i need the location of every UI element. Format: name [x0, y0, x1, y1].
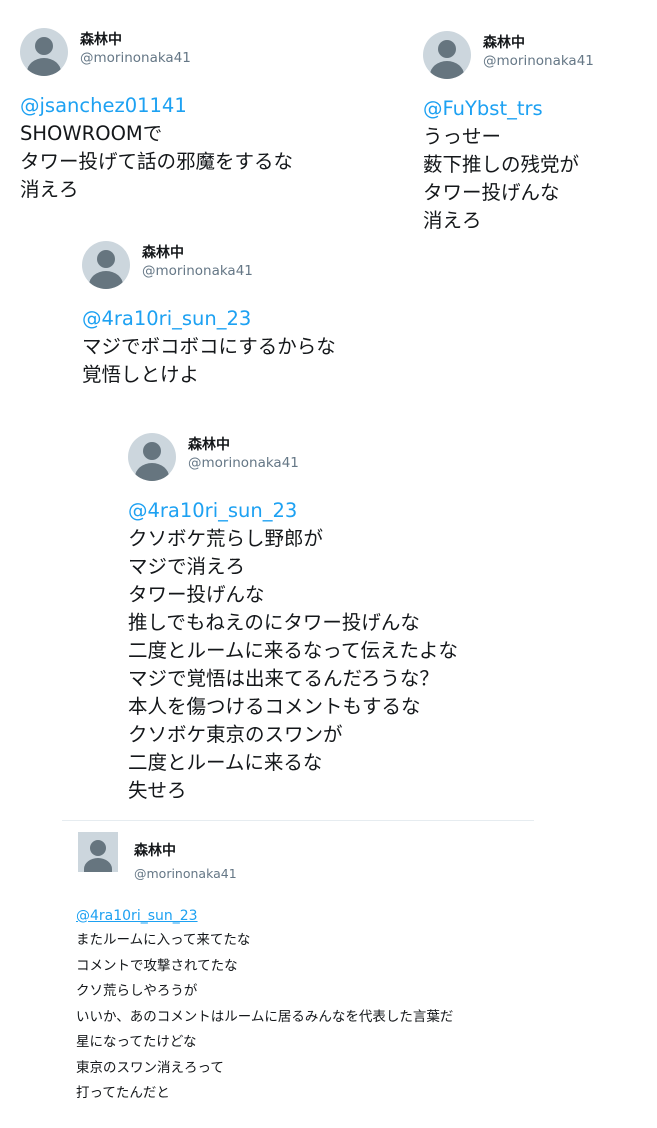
tweet-card-5: 森林中 @morinonaka41 @4ra10ri_sun_23 またルームに…	[76, 832, 454, 1107]
default-avatar-icon[interactable]	[423, 31, 471, 79]
tweet-header: 森林中 @morinonaka41	[128, 433, 458, 489]
display-name[interactable]: 森林中	[188, 434, 230, 454]
tweet-card-2: 森林中 @morinonaka41 @FuYbst_trs うっせー 薮下推しの…	[423, 31, 594, 235]
user-handle[interactable]: @morinonaka41	[134, 866, 237, 881]
tweet-card-4: 森林中 @morinonaka41 @4ra10ri_sun_23 クソボケ荒ら…	[128, 433, 458, 805]
tweet-text-line: 二度とルームに来るな	[128, 751, 323, 774]
mention-link[interactable]: @4ra10ri_sun_23	[82, 305, 336, 333]
mention-link[interactable]: @4ra10ri_sun_23	[76, 904, 453, 928]
tweet-text-line: SHOWROOMで	[20, 122, 163, 145]
tweet-text-line: コメントで攻撃されてたな	[76, 957, 238, 974]
user-handle[interactable]: @morinonaka41	[483, 53, 594, 69]
tweet-text-line: タワー投げて話の邪魔をするな	[20, 150, 294, 173]
user-handle[interactable]: @morinonaka41	[188, 455, 299, 471]
tweet-text-line: 東京のスワン消えろって	[76, 1059, 224, 1076]
display-name[interactable]: 森林中	[483, 32, 525, 52]
section-divider	[62, 820, 534, 821]
tweet-text-line: 打ってたんだと	[76, 1085, 170, 1101]
tweet-text-line: クソボケ東京のスワンが	[128, 723, 343, 746]
tweet-text-line: またルームに入って来てたな	[76, 932, 251, 948]
default-avatar-icon[interactable]	[128, 433, 176, 481]
tweet-text-line: クソ荒らしやろうが	[76, 983, 198, 999]
tweet-text-line: 薮下推しの残党が	[423, 153, 580, 176]
tweet-text-line: 失せろ	[128, 779, 187, 802]
display-name[interactable]: 森林中	[80, 29, 122, 49]
tweet-text-line: 推しでもねえのにタワー投げんな	[128, 611, 420, 634]
tweet-text-line: 二度とルームに来るなって伝えたよな	[128, 639, 458, 662]
mention-link[interactable]: @4ra10ri_sun_23	[128, 497, 458, 525]
display-name[interactable]: 森林中	[142, 242, 184, 262]
tweet-text-line: 覚悟しとけよ	[82, 363, 200, 386]
tweet-text-line: いいか、あのコメントはルームに居るみんなを代表した言葉だ	[76, 1008, 454, 1025]
tweet-text-line: 消えろ	[20, 178, 79, 201]
tweet-text-line: 星になってたけどな	[76, 1034, 197, 1050]
tweet-text-line: クソボケ荒らし野郎が	[128, 527, 324, 550]
tweet-text-line: マジで覚悟は出来てるんだろうな？	[128, 667, 439, 690]
user-handle[interactable]: @morinonaka41	[142, 263, 253, 279]
tweet-text-line: マジで消えろ	[128, 555, 246, 578]
default-avatar-icon[interactable]	[20, 28, 68, 76]
default-avatar-icon[interactable]	[82, 241, 130, 289]
tweet-header: 森林中 @morinonaka41	[423, 31, 594, 87]
tweet-header: 森林中 @morinonaka41	[20, 28, 293, 84]
tweet-text-line: 消えろ	[423, 209, 482, 232]
tweet-text-line: マジでボコボコにするからな	[82, 335, 336, 358]
mention-link[interactable]: @jsanchez01141	[20, 92, 293, 120]
display-name[interactable]: 森林中	[134, 840, 176, 860]
user-handle[interactable]: @morinonaka41	[80, 50, 191, 66]
tweet-header: 森林中 @morinonaka41	[82, 241, 336, 297]
default-avatar-icon[interactable]	[78, 832, 118, 872]
tweet-text-line: うっせー	[423, 125, 502, 148]
tweet-card-3: 森林中 @morinonaka41 @4ra10ri_sun_23 マジでボコボ…	[82, 241, 336, 389]
tweet-header: 森林中 @morinonaka41	[78, 832, 453, 888]
tweet-text-line: 本人を傷つけるコメントもするな	[128, 695, 421, 718]
tweet-card-1: 森林中 @morinonaka41 @jsanchez01141 SHOWROO…	[20, 28, 293, 204]
tweet-text-line: タワー投げんな	[423, 181, 560, 204]
mention-link[interactable]: @FuYbst_trs	[423, 95, 579, 123]
tweet-text-line: タワー投げんな	[128, 583, 265, 606]
